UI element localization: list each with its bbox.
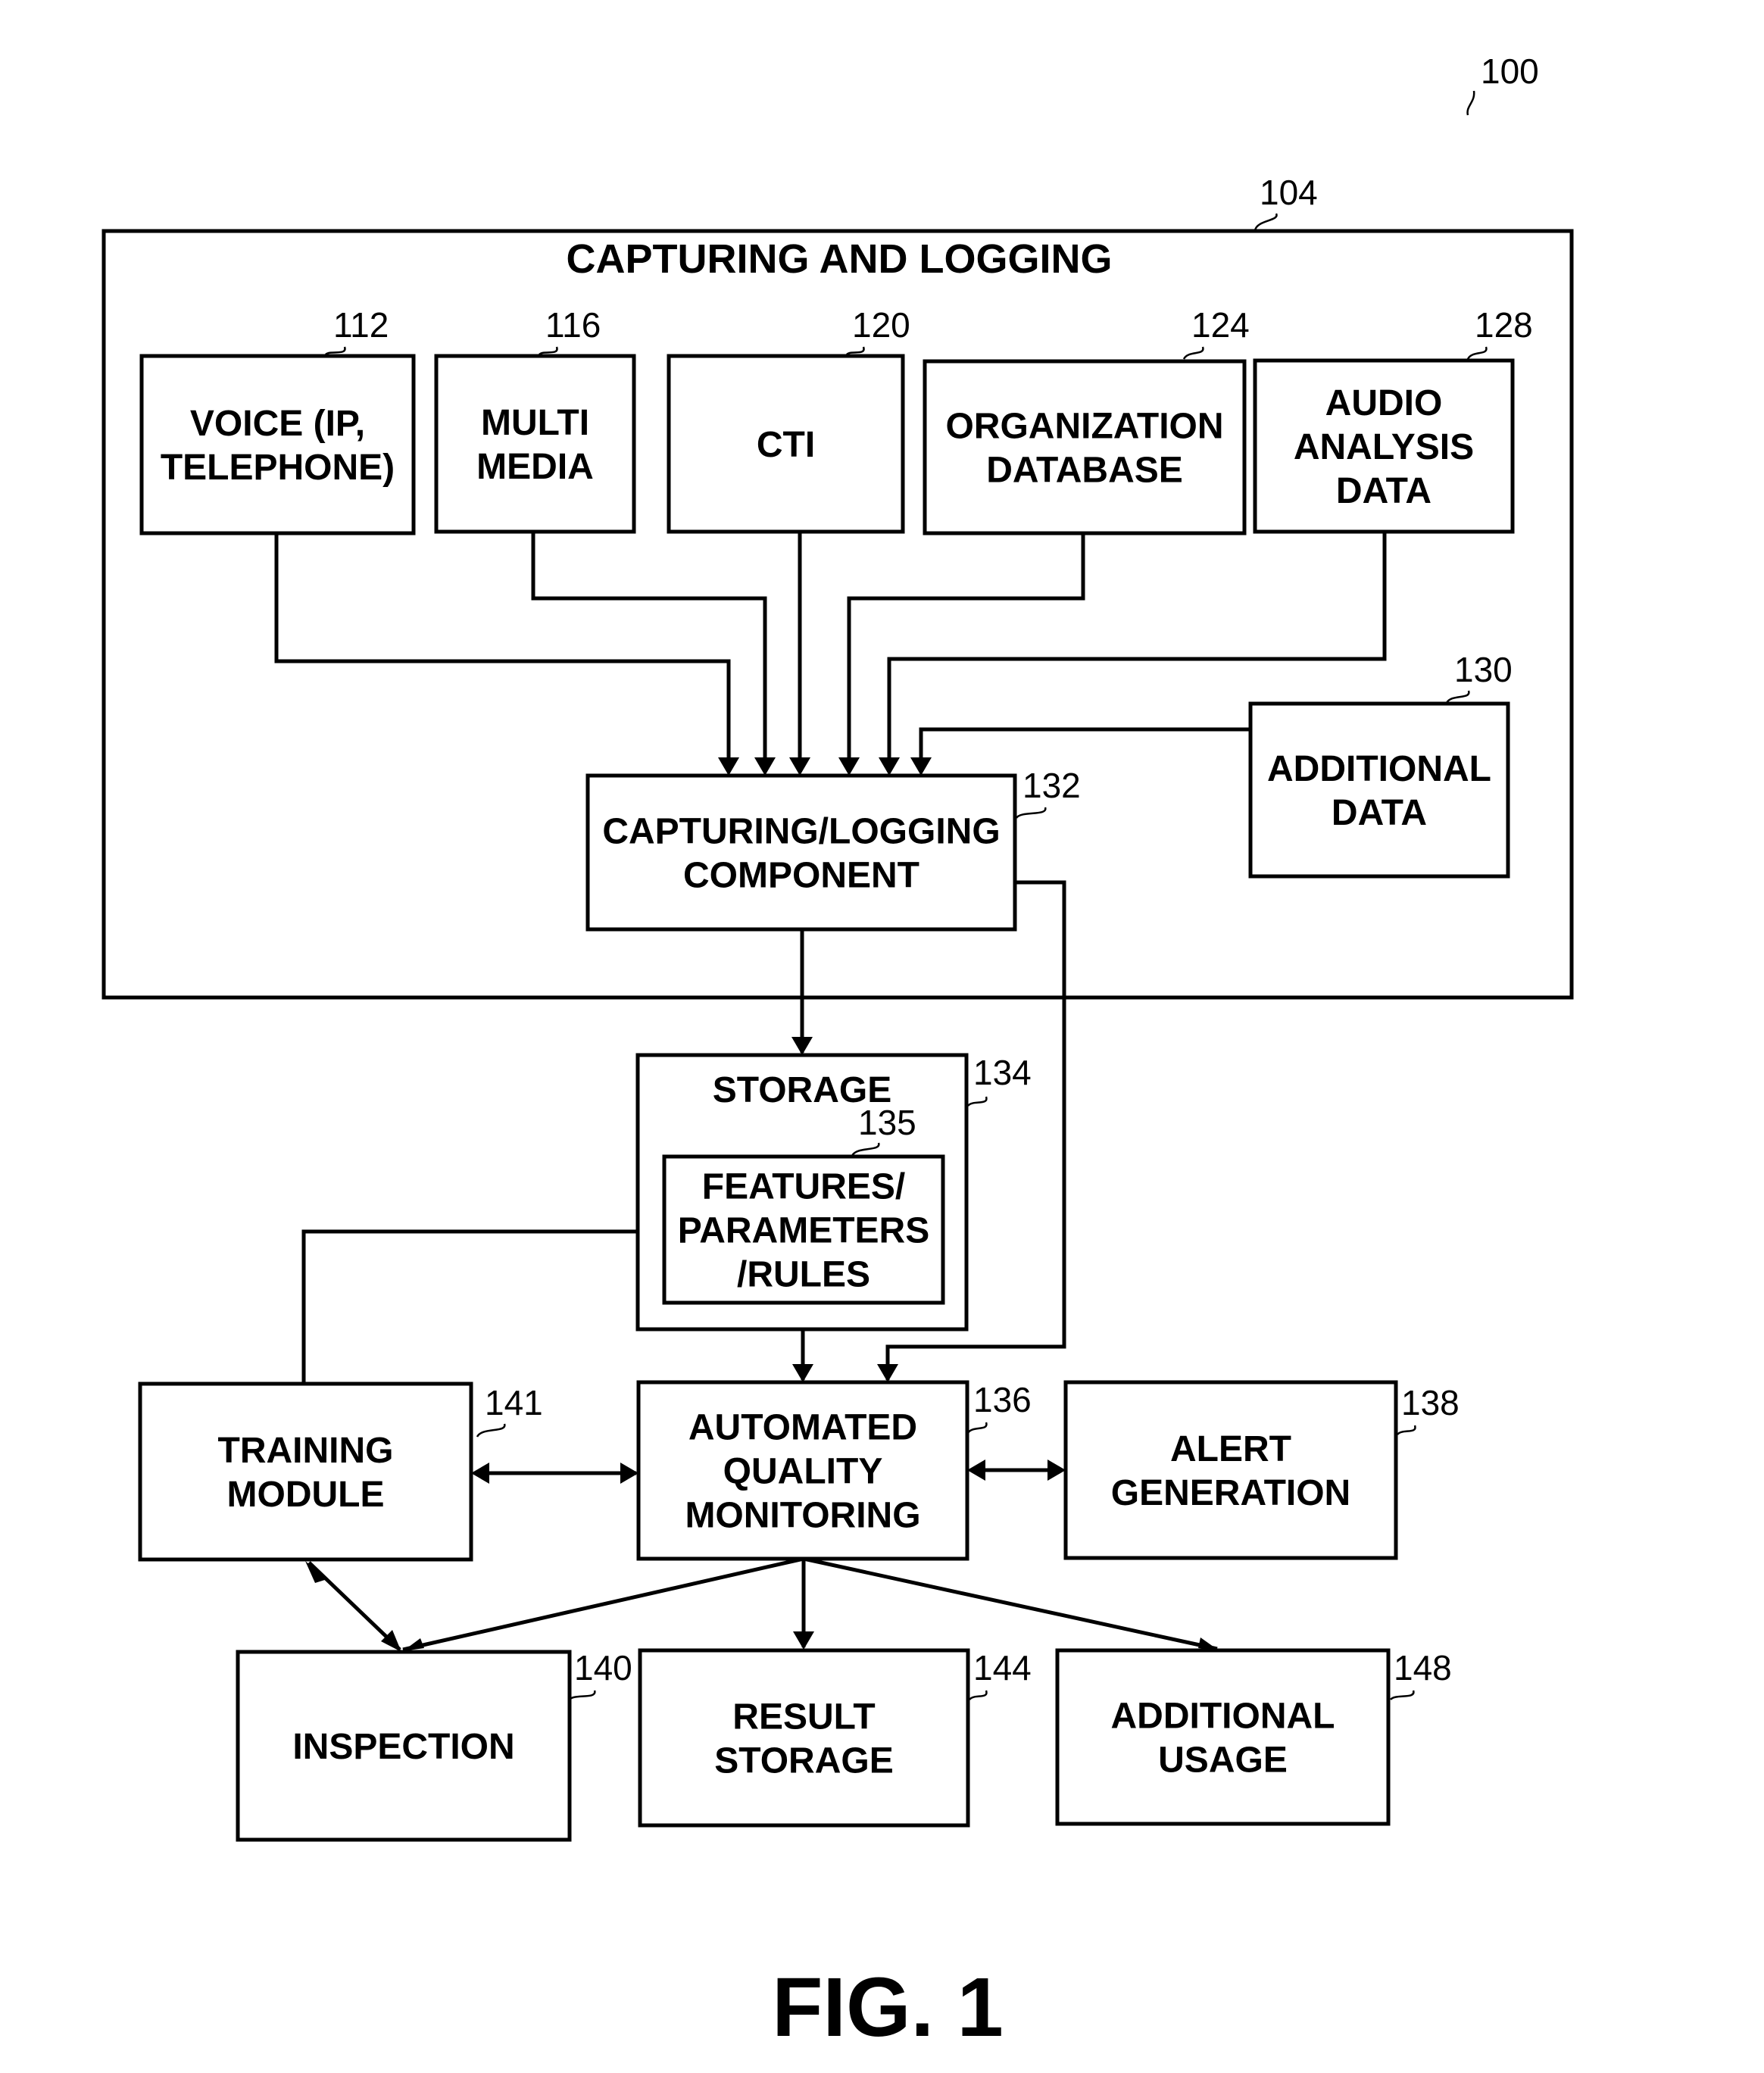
multimedia-ref-label: 116 [545, 305, 601, 345]
additional-usage-label-line: USAGE [1158, 1741, 1288, 1781]
storage-ref-leader [967, 1096, 988, 1107]
aqm-ref-leader [966, 1422, 988, 1434]
org-db-ref-label: 124 [1191, 305, 1250, 345]
capture-component-box [585, 773, 1017, 932]
org-db-label-line: ORGANIZATION [945, 407, 1223, 447]
result-storage-label-line: RESULT [732, 1697, 875, 1737]
capture-component-label-line: COMPONENT [683, 856, 919, 896]
training-label-line: MODULE [227, 1475, 385, 1515]
block-additional-usage: ADDITIONALUSAGE 148 [1055, 1648, 1452, 1826]
cti-ref-label: 120 [852, 305, 910, 345]
org-db-label-line: DATABASE [986, 451, 1183, 491]
inspection-ref-label: 140 [574, 1648, 632, 1687]
additional-data-ref-label: 130 [1454, 650, 1513, 689]
inspection-label-line: INSPECTION [292, 1727, 514, 1767]
additional-usage-box [1055, 1648, 1391, 1826]
audio-analysis-label-line: ANALYSIS [1294, 427, 1474, 467]
training-ref-leader [476, 1423, 506, 1438]
alert-ref-label: 138 [1401, 1383, 1460, 1422]
block-inspection: INSPECTION 140 [236, 1648, 632, 1842]
voice-ref-label: 112 [333, 305, 389, 345]
arrowhead-alert [1047, 1460, 1066, 1481]
arrowhead-training-bottom [305, 1561, 327, 1583]
result-storage-label-line: STORAGE [714, 1741, 893, 1781]
voice-label-line: VOICE (IP, [190, 404, 365, 444]
figure-ref-100: 100 [1466, 52, 1539, 116]
features-ref-label: 135 [858, 1103, 916, 1142]
block-capture-component: CAPTURING/LOGGINGCOMPONENT 132 [585, 766, 1081, 932]
additional-data-label-line: DATA [1332, 793, 1427, 833]
additional-usage-ref-label: 148 [1394, 1648, 1452, 1687]
arrowhead-aqm-from-capture [877, 1364, 898, 1382]
arrowhead-training-left [471, 1463, 489, 1484]
features-label-line: FEATURES/ [702, 1167, 905, 1207]
container-ref-leader [1254, 213, 1278, 231]
additional-usage-ref-leader [1390, 1690, 1415, 1700]
block-diagram: 100 CAPTURING AND LOGGING 104 VOICE (IP,… [101, 52, 1574, 2054]
audio-analysis-ref-label: 128 [1475, 305, 1533, 345]
audio-analysis-label-line: DATA [1336, 471, 1431, 511]
features-label-line: PARAMETERS [678, 1211, 929, 1251]
multimedia-box [434, 354, 636, 534]
arrowhead-aqm-from-storage [792, 1364, 813, 1382]
alert-label-line: GENERATION [1111, 1473, 1350, 1513]
capture-component-ref-label: 132 [1022, 766, 1081, 805]
features-label-line: /RULES [737, 1255, 870, 1295]
audio-analysis-label-line: AUDIO [1325, 383, 1443, 423]
result-storage-ref-label: 144 [973, 1648, 1032, 1687]
connector-training-to-features [301, 1229, 662, 1384]
org-db-box [923, 359, 1247, 535]
alert-ref-leader [1397, 1425, 1416, 1435]
alert-label-line: ALERT [1170, 1429, 1291, 1469]
training-ref-label: 141 [485, 1383, 543, 1422]
arrowhead-result [793, 1631, 814, 1650]
cti-label-line: CTI [757, 425, 815, 465]
storage-ref-label: 134 [973, 1053, 1032, 1092]
alert-box [1063, 1380, 1398, 1560]
additional-data-label-line: ADDITIONAL [1267, 749, 1491, 789]
additional-usage-label-line: ADDITIONAL [1111, 1697, 1335, 1737]
inspection-ref-leader [569, 1690, 596, 1701]
arrowhead-aqm-right [967, 1460, 985, 1481]
container-ref-label: 104 [1260, 173, 1318, 212]
voice-box [139, 354, 416, 535]
result-storage-ref-leader [969, 1690, 988, 1700]
aqm-label-line: MONITORING [685, 1496, 920, 1536]
aqm-ref-label: 136 [973, 1380, 1032, 1419]
block-result-storage: RESULTSTORAGE 144 [638, 1648, 1032, 1828]
figure-ref-leader [1466, 90, 1475, 116]
arrowhead-additional-usage [1198, 1637, 1219, 1650]
block-alert: ALERTGENERATION 138 [1063, 1380, 1460, 1560]
training-label-line: TRAINING [218, 1431, 394, 1471]
arrowhead-inspection-from-aqm [403, 1638, 424, 1651]
figure-caption: FIG. 1 [772, 1961, 1004, 2054]
aqm-label-line: AUTOMATED [688, 1408, 917, 1448]
arrowhead-aqm-left [620, 1463, 638, 1484]
result-storage-box [638, 1648, 970, 1828]
additional-data-box [1248, 701, 1510, 879]
container-title: CAPTURING AND LOGGING [567, 236, 1113, 282]
voice-label-line: TELEPHONE) [161, 448, 395, 488]
multimedia-label-line: MULTI [481, 403, 589, 443]
arrowhead-storage [791, 1037, 813, 1055]
multimedia-label-line: MEDIA [476, 447, 594, 487]
capture-component-label-line: CAPTURING/LOGGING [602, 812, 1000, 852]
training-box [138, 1381, 473, 1562]
connector-aqm-to-additional-usage [803, 1556, 1218, 1651]
connector-aqm-to-inspection [402, 1556, 804, 1652]
figure-ref-label: 100 [1481, 52, 1539, 91]
aqm-label-line: QUALITY [723, 1452, 883, 1492]
